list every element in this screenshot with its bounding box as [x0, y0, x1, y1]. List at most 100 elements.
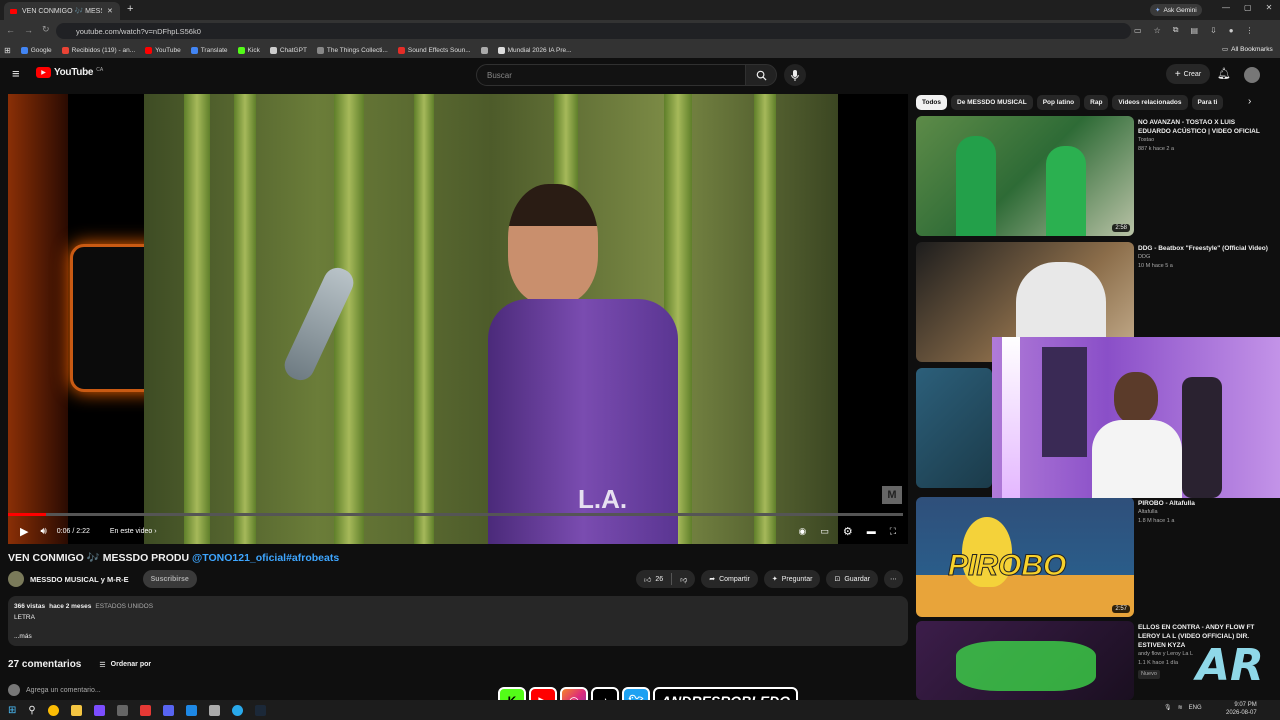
notifications-bell-icon[interactable]: 🔔︎ — [1217, 67, 1231, 80]
theater-mode-icon[interactable]: ▬ — [867, 526, 876, 536]
ask-button[interactable]: ✦ Preguntar — [763, 570, 821, 588]
bookmark-item[interactable]: ChatGPT — [269, 46, 307, 54]
bookmark-item[interactable] — [480, 46, 488, 54]
add-comment-row[interactable]: Agrega un comentario... — [8, 684, 101, 696]
maximize-icon[interactable]: ▢ — [1244, 3, 1252, 12]
chrome-icon[interactable] — [47, 704, 59, 716]
settings-gear-icon[interactable]: ⚙ — [843, 525, 853, 538]
bookmark-item[interactable]: Mundial 2026 IA Pre... — [497, 46, 572, 54]
download-icon[interactable]: ⇩ — [1210, 26, 1217, 35]
recommendation-thumbnail: PIROBO 2:57 — [916, 497, 1134, 617]
windows-start-icon[interactable]: ⊞ — [8, 705, 16, 716]
app-icon[interactable] — [93, 704, 105, 716]
hamburger-menu-icon[interactable]: ≡ — [12, 66, 20, 81]
youtube-favicon-icon — [10, 8, 17, 14]
app-icon[interactable] — [208, 704, 220, 716]
steam-icon[interactable] — [254, 704, 266, 716]
profile-icon[interactable]: ● — [1229, 26, 1234, 35]
browser-tab[interactable]: VEN CONMIGO 🎶 MESSDO P ✕ — [4, 2, 120, 20]
telegram-icon[interactable] — [231, 704, 243, 716]
bookmark-item[interactable]: The Things Collecti... — [316, 46, 388, 54]
bookmark-item[interactable]: YouTube — [145, 46, 181, 54]
bookmark-item[interactable]: Sound Effects Soun... — [397, 46, 471, 54]
bookmark-item[interactable]: Translate — [190, 46, 228, 54]
chip-latin-pop[interactable]: Pop latino — [1036, 95, 1081, 110]
duration-badge: 2:57 — [1112, 605, 1130, 613]
new-badge: Nuevo — [1138, 670, 1160, 679]
streamer-shirt — [1092, 420, 1182, 498]
reload-icon[interactable]: ↻ — [42, 24, 50, 35]
recommendation-item[interactable]: PIROBO 2:57 PIROBO - Altafulla Altafulla… — [916, 497, 1276, 617]
like-icon[interactable]: 👍︎ — [644, 575, 651, 584]
youtube-logo[interactable]: ▶ YouTube CA — [36, 67, 103, 78]
menu-icon[interactable]: ⋮ — [1246, 26, 1254, 35]
fullscreen-icon[interactable]: ⛶ — [890, 526, 896, 537]
subscribe-button[interactable]: Suscribirse — [142, 570, 197, 588]
description-stats: 366 vistas hace 2 meses ESTADOS UNIDOS — [14, 601, 902, 612]
chip-all[interactable]: Todos — [916, 95, 948, 110]
show-more-link[interactable]: ...más — [14, 631, 902, 642]
file-explorer-icon[interactable] — [70, 704, 82, 716]
video-title-hashtag-link[interactable]: @TONO121_oficial#afrobeats — [192, 552, 339, 564]
app-icon[interactable] — [185, 704, 197, 716]
more-actions-button[interactable]: ⋯ — [884, 570, 904, 588]
search-input[interactable]: Buscar — [476, 64, 746, 86]
voice-search-button[interactable] — [784, 64, 806, 86]
channel-avatar[interactable] — [8, 571, 24, 587]
address-bar[interactable]: youtube.com/watch?v=nDFhpLS56k0 — [56, 23, 1131, 39]
search-icon[interactable]: ⚲ — [28, 705, 35, 716]
app-icon[interactable] — [139, 704, 151, 716]
recommendation-item[interactable]: 2:58 NO AVANZAN - TOSTAO X LUIS EDUARDO … — [916, 116, 1276, 236]
chip-channel[interactable]: De MESSDO MUSICAL — [951, 95, 1033, 110]
wifi-icon[interactable]: ≋ — [1178, 704, 1183, 711]
progress-bar[interactable] — [8, 513, 903, 516]
save-button[interactable]: ⊡ Guardar — [826, 570, 879, 588]
close-window-icon[interactable]: ✕ — [1266, 3, 1273, 12]
forward-icon[interactable]: → — [24, 25, 33, 35]
extensions-icon[interactable]: ⧉ — [1173, 25, 1179, 35]
chevron-right-icon[interactable]: › — [1248, 96, 1251, 107]
discord-icon[interactable] — [162, 704, 174, 716]
sidebar-icon[interactable]: ▤ — [1190, 26, 1198, 35]
system-tray: 🎙︎ ≋ ENG — [1164, 704, 1202, 712]
play-icon[interactable]: ▶ — [20, 525, 28, 538]
clock[interactable]: 9:07 PM 2026-08-07 — [1226, 701, 1257, 717]
mic-tray-icon[interactable]: 🎙︎ — [1164, 704, 1172, 711]
chip-related[interactable]: Videos relacionados — [1112, 95, 1188, 110]
bookmark-item[interactable]: Kick — [237, 46, 260, 54]
chip-for-you[interactable]: Para ti — [1191, 95, 1224, 110]
video-player[interactable]: L.A. M — [8, 94, 908, 544]
back-icon[interactable]: ← — [6, 25, 15, 35]
webcam-light-strip — [1002, 337, 1020, 498]
volume-icon[interactable]: 🔊︎ — [40, 526, 46, 537]
all-bookmarks[interactable]: ▭ All Bookmarks — [1222, 45, 1273, 54]
create-button[interactable]: + Crear — [1166, 64, 1210, 84]
dislike-icon[interactable]: 👎︎ — [680, 575, 687, 584]
add-comment-input[interactable]: Agrega un comentario... — [26, 687, 101, 694]
in-video-chapter[interactable]: En este video › — [110, 528, 157, 535]
streamer — [1092, 372, 1182, 498]
app-icon[interactable] — [116, 704, 128, 716]
streamer-logo: AR — [1196, 640, 1264, 691]
apps-icon[interactable]: ⊞ — [4, 46, 11, 55]
autoplay-toggle-icon[interactable]: ◉ — [798, 526, 806, 537]
description-box[interactable]: 366 vistas hace 2 meses ESTADOS UNIDOS L… — [8, 596, 908, 646]
recommendation-title: PIROBO - Altafulla — [1138, 500, 1195, 507]
language-indicator[interactable]: ENG — [1189, 705, 1202, 711]
chip-rap[interactable]: Rap — [1084, 95, 1109, 110]
close-tab-icon[interactable]: ✕ — [107, 7, 113, 15]
avatar[interactable] — [1244, 67, 1260, 83]
star-icon[interactable]: ☆ — [1154, 26, 1161, 35]
new-tab-button[interactable]: + — [127, 3, 133, 15]
bookmark-item[interactable]: Google — [20, 46, 52, 54]
channel-name[interactable]: MESSDO MUSICAL y M-R-E — [30, 575, 129, 584]
share-button[interactable]: ➦ Compartir — [701, 570, 758, 588]
subtitles-icon[interactable]: ▭ — [820, 526, 829, 537]
cast-icon[interactable]: ▭ — [1134, 26, 1142, 35]
bookmark-item[interactable]: Recibidos (119) - an... — [61, 46, 135, 54]
search-button[interactable] — [745, 64, 777, 86]
tab-title: VEN CONMIGO 🎶 MESSDO P — [22, 8, 102, 15]
ask-gemini-button[interactable]: ✦ Ask Gemini — [1150, 4, 1202, 16]
sort-comments-button[interactable]: ☰ Ordenar por — [99, 661, 151, 669]
minimize-icon[interactable]: — — [1222, 3, 1230, 12]
